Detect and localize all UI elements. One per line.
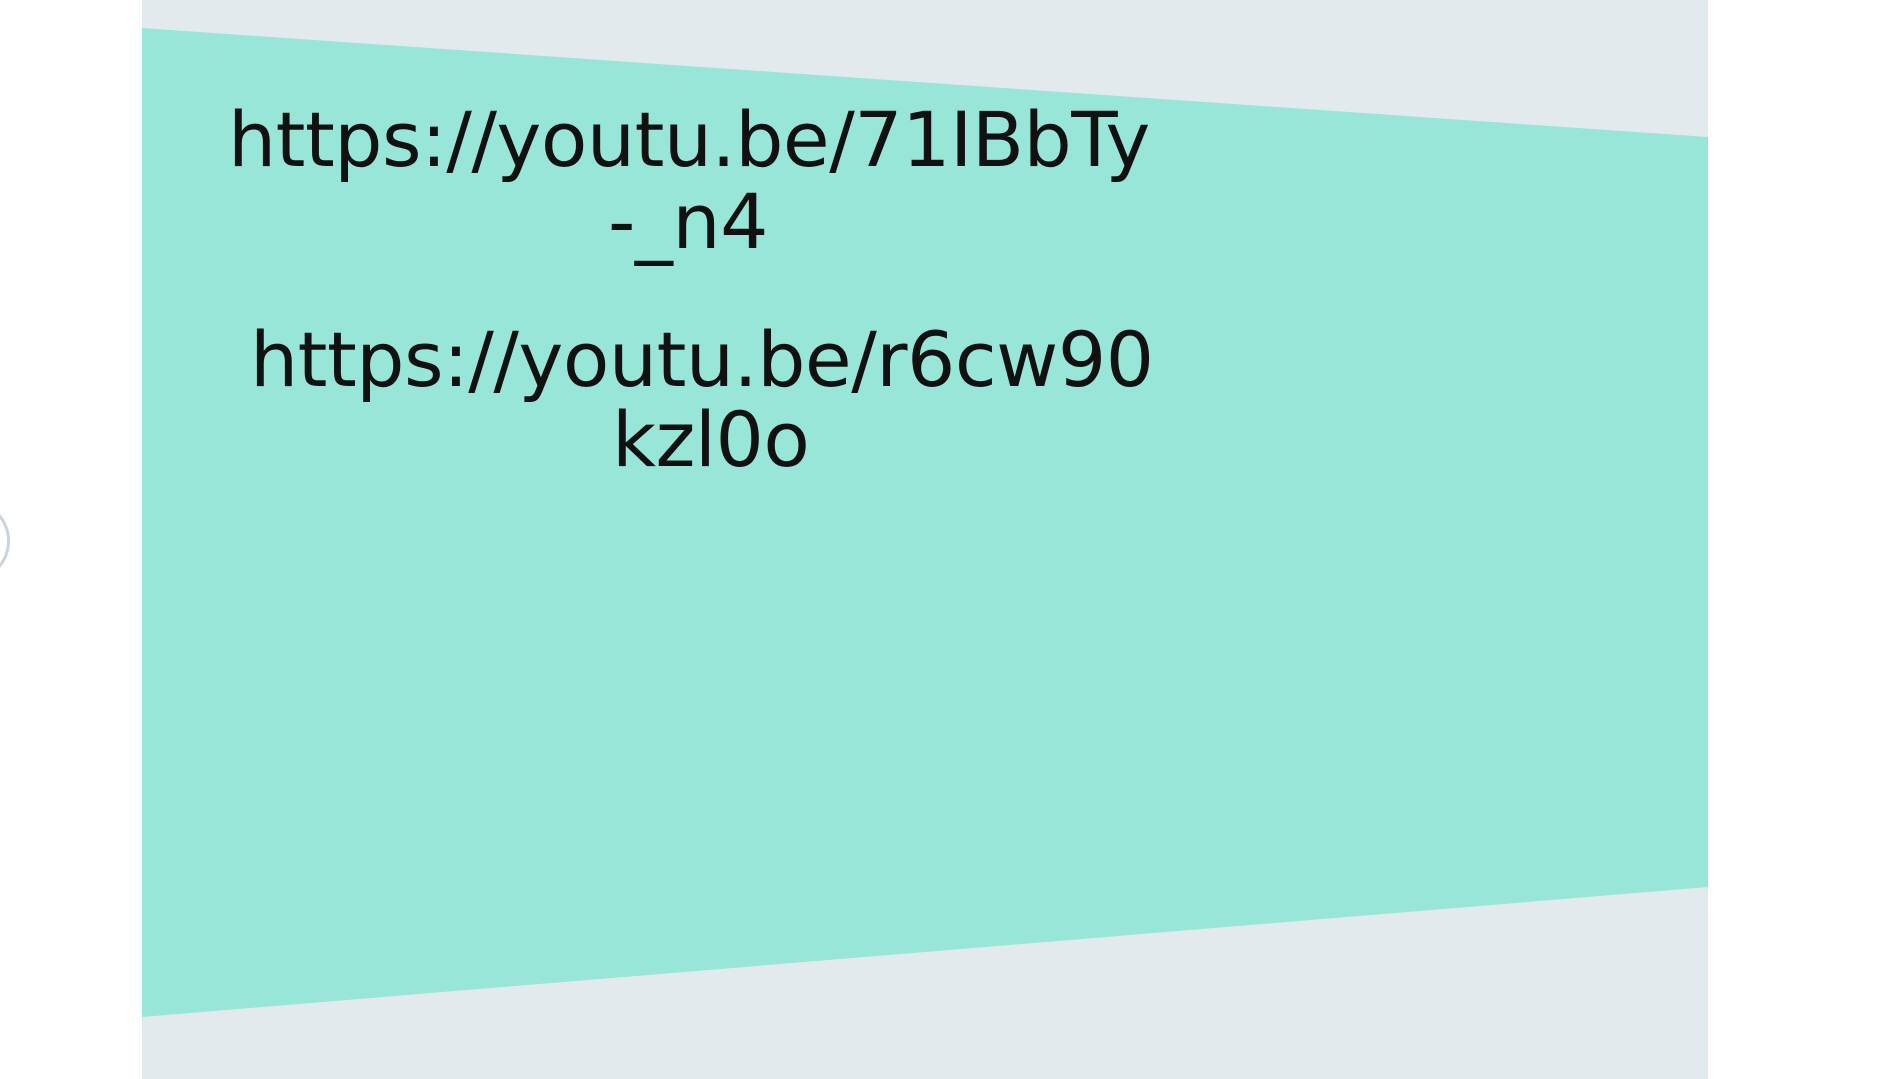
link-1-line-1[interactable]: https://youtu.be/71IBbTy <box>228 100 1150 180</box>
link-2-line-2[interactable]: kzl0o <box>612 400 810 480</box>
slide: https://youtu.be/71IBbTy -_n4 https://yo… <box>142 0 1708 1079</box>
link-2-line-1[interactable]: https://youtu.be/r6cw90 <box>250 320 1154 400</box>
edge-circle-control[interactable] <box>0 500 10 582</box>
link-1-line-2[interactable]: -_n4 <box>608 182 768 262</box>
canvas: https://youtu.be/71IBbTy -_n4 https://yo… <box>0 0 1884 1079</box>
